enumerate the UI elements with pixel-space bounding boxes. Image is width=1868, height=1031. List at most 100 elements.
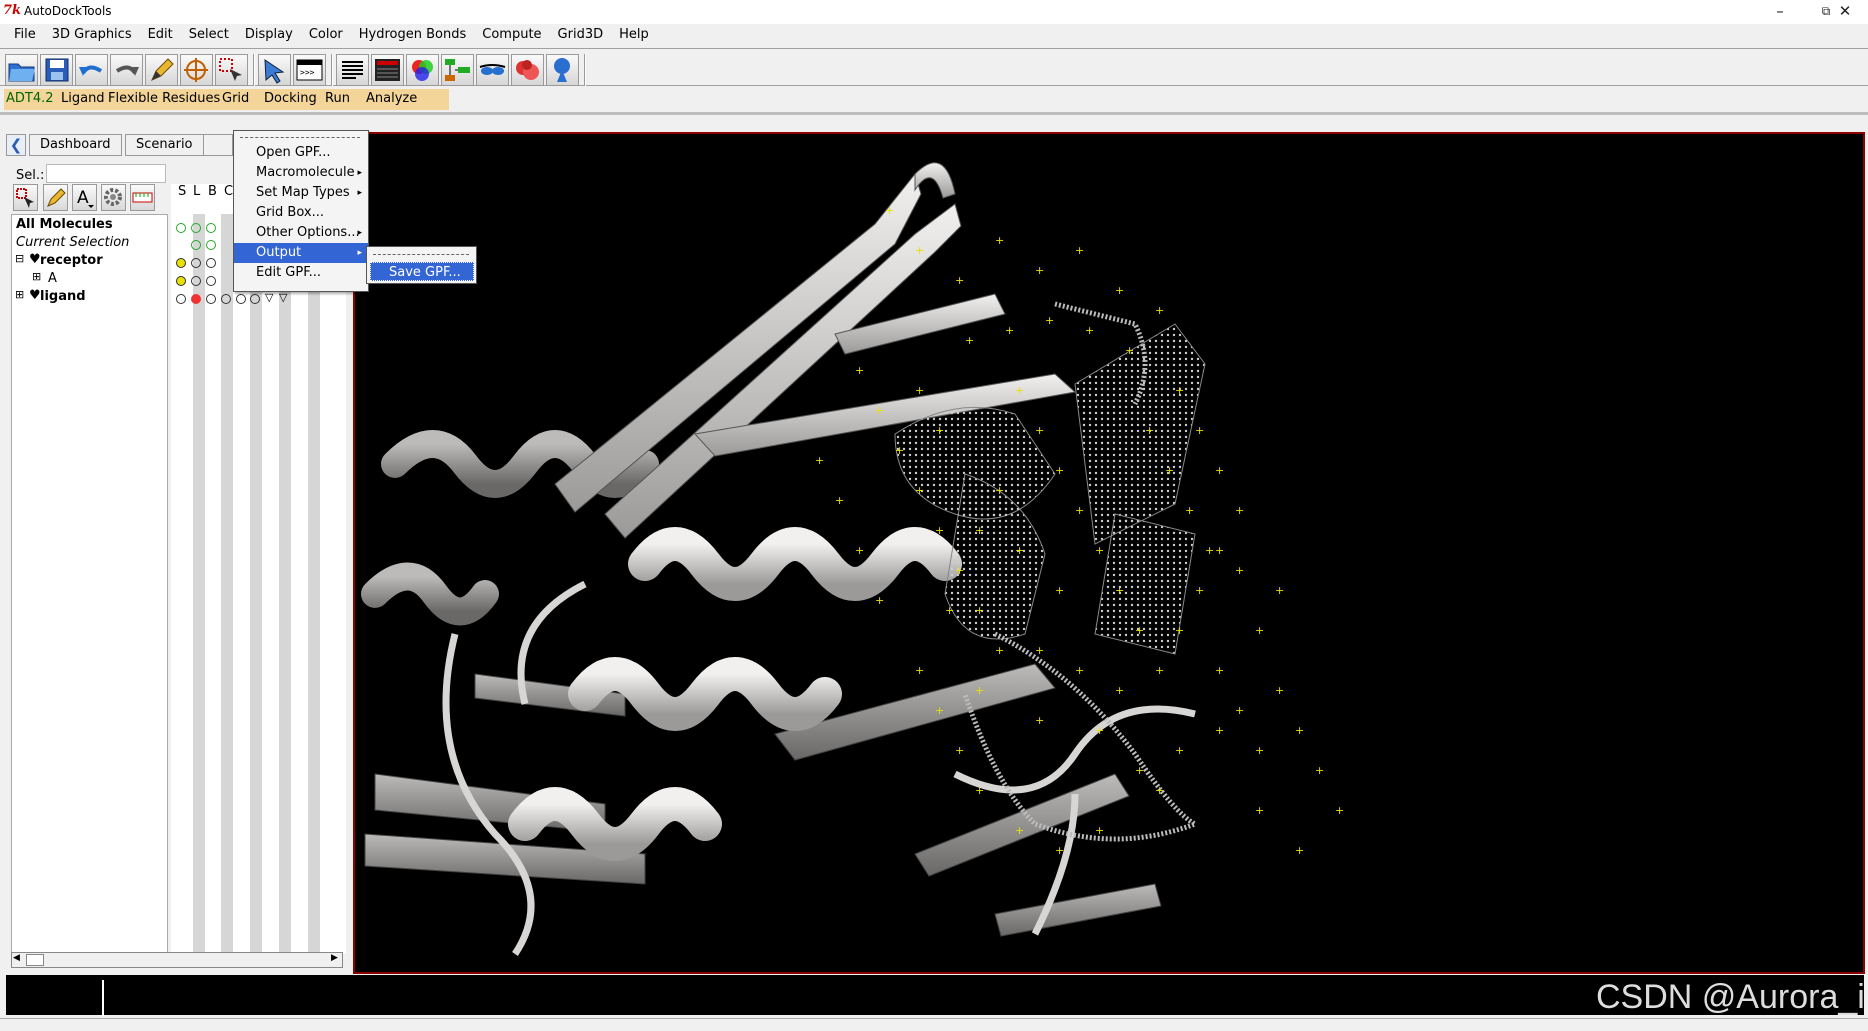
- timeline-marker[interactable]: [102, 980, 104, 1016]
- pointer-icon[interactable]: [258, 54, 291, 86]
- collapse-arrow-icon[interactable]: ❮: [6, 134, 26, 156]
- toggle-circle[interactable]: [221, 294, 231, 304]
- tree-expander-receptor[interactable]: ⊟: [15, 252, 24, 265]
- window-titlebar: 7k AutoDockTools – ⧉ ✕: [0, 0, 1868, 24]
- menu-tearoff[interactable]: [240, 137, 360, 138]
- selection-tool-icon[interactable]: [13, 184, 38, 211]
- svg-text:+: +: [915, 244, 924, 257]
- toggle-circle[interactable]: [206, 240, 216, 250]
- adt-icon[interactable]: [546, 54, 579, 86]
- color-icon[interactable]: [406, 54, 439, 86]
- open-folder-icon[interactable]: [5, 54, 38, 86]
- svg-text:+: +: [1175, 384, 1184, 397]
- save-icon[interactable]: [40, 54, 73, 86]
- menu-display[interactable]: Display: [237, 24, 301, 46]
- menu-edit[interactable]: Edit: [140, 24, 181, 46]
- module-adt-version[interactable]: ADT4.2: [6, 91, 54, 106]
- tree-expander-ligand[interactable]: ⊞: [15, 288, 24, 301]
- menu-item-open-gpf[interactable]: Open GPF...: [234, 143, 368, 163]
- tab-dashboard[interactable]: Dashboard: [29, 134, 122, 156]
- ruler-tool-icon[interactable]: [130, 184, 155, 211]
- toggle-circle[interactable]: [191, 294, 201, 304]
- tab-extra[interactable]: [203, 134, 233, 156]
- svg-text:+: +: [935, 704, 944, 717]
- label-tool-icon[interactable]: A: [72, 184, 97, 211]
- toggle-circle[interactable]: [191, 223, 201, 233]
- select-icon[interactable]: [215, 54, 248, 86]
- menu-item-set-map-types[interactable]: Set Map Types ▸: [234, 183, 368, 203]
- pencil-tool-icon[interactable]: [43, 184, 68, 211]
- gear-icon[interactable]: [101, 184, 126, 211]
- svg-text:+: +: [1135, 624, 1144, 637]
- menu-file[interactable]: File: [6, 24, 44, 46]
- menu-item-output[interactable]: Output ▸: [234, 243, 368, 263]
- molecule-tree: All Molecules Current Selection ⊟ ♥ rece…: [11, 214, 168, 954]
- module-flexible-residues[interactable]: Flexible Residues: [108, 91, 220, 106]
- svg-text:+: +: [1165, 464, 1174, 477]
- submenu-arrow-icon: ▸: [357, 168, 362, 178]
- toggle-circle[interactable]: [176, 258, 186, 268]
- menu-item-edit-gpf[interactable]: Edit GPF...: [234, 263, 368, 283]
- toggle-circle[interactable]: [206, 223, 216, 233]
- tree-chain-a[interactable]: A: [48, 271, 57, 286]
- toggle-circle[interactable]: [191, 258, 201, 268]
- pencil-icon[interactable]: [145, 54, 178, 86]
- text-icon[interactable]: [336, 54, 369, 86]
- toggle-circle[interactable]: [206, 294, 216, 304]
- tree-expander-chain-a[interactable]: ⊞: [32, 270, 41, 283]
- triangle-toggle-icon[interactable]: ▽: [265, 291, 273, 304]
- toggle-circle[interactable]: [191, 240, 201, 250]
- pmv-icon[interactable]: [511, 54, 544, 86]
- scroll-left-icon[interactable]: ◀: [13, 953, 20, 963]
- menu-help[interactable]: Help: [611, 24, 657, 46]
- module-analyze[interactable]: Analyze: [366, 91, 417, 106]
- graph-icon[interactable]: [441, 54, 474, 86]
- toggle-circle[interactable]: [191, 276, 201, 286]
- python-shell-icon[interactable]: >>>: [293, 54, 326, 86]
- scroll-right-icon[interactable]: ▶: [331, 953, 338, 963]
- horizontal-scrollbar[interactable]: ◀ ▶: [11, 952, 343, 968]
- module-run[interactable]: Run: [325, 91, 350, 106]
- toggle-circle[interactable]: [206, 276, 216, 286]
- module-grid[interactable]: Grid: [222, 91, 249, 106]
- tree-all-molecules[interactable]: All Molecules: [16, 217, 113, 232]
- toggle-circle[interactable]: [236, 294, 246, 304]
- selection-input[interactable]: [46, 164, 166, 183]
- menu-item-save-gpf[interactable]: Save GPF...: [370, 262, 474, 281]
- close-icon[interactable]: ✕: [1822, 0, 1868, 24]
- svg-text:+: +: [1015, 384, 1024, 397]
- scroll-thumb[interactable]: [26, 954, 44, 966]
- molecule-viewer-3d[interactable]: + + + + + + + + + + + + + + + + + + + + + + + + + + + + + + + + + + + +…: [353, 132, 1865, 974]
- toggle-circle[interactable]: [250, 294, 260, 304]
- glasses-icon[interactable]: [476, 54, 509, 86]
- menu-item-other-options[interactable]: Other Options... ▸: [234, 223, 368, 243]
- undo-icon[interactable]: [75, 54, 108, 86]
- tree-ligand[interactable]: ligand: [40, 289, 86, 304]
- module-ligand[interactable]: Ligand: [61, 91, 105, 106]
- toggle-circle[interactable]: [176, 223, 186, 233]
- menu-color[interactable]: Color: [301, 24, 351, 46]
- tree-receptor[interactable]: receptor: [40, 253, 103, 268]
- toggle-circle[interactable]: [176, 294, 186, 304]
- minimize-icon[interactable]: –: [1757, 0, 1803, 24]
- tree-current-selection[interactable]: Current Selection: [16, 235, 129, 250]
- menu-item-macromolecule[interactable]: Macromolecule ▸: [234, 163, 368, 183]
- svg-text:+: +: [1295, 724, 1304, 737]
- menu-item-grid-box[interactable]: Grid Box...: [234, 203, 368, 223]
- toggle-circle[interactable]: [176, 276, 186, 286]
- menu-3d-graphics[interactable]: 3D Graphics: [44, 24, 140, 46]
- dashboard-icon[interactable]: [371, 54, 404, 86]
- menu-compute[interactable]: Compute: [474, 24, 549, 46]
- module-docking[interactable]: Docking: [264, 91, 317, 106]
- toggle-circle[interactable]: [206, 258, 216, 268]
- menu-tearoff[interactable]: [373, 254, 469, 255]
- target-icon[interactable]: [180, 54, 213, 86]
- svg-text:+: +: [995, 644, 1004, 657]
- triangle-toggle-icon[interactable]: ▽: [279, 291, 287, 304]
- svg-text:+: +: [1115, 584, 1124, 597]
- menu-hydrogen-bonds[interactable]: Hydrogen Bonds: [351, 24, 475, 46]
- tab-scenario[interactable]: Scenario: [125, 134, 204, 156]
- redo-icon[interactable]: [110, 54, 143, 86]
- menu-select[interactable]: Select: [181, 24, 237, 46]
- menu-grid3d[interactable]: Grid3D: [550, 24, 612, 46]
